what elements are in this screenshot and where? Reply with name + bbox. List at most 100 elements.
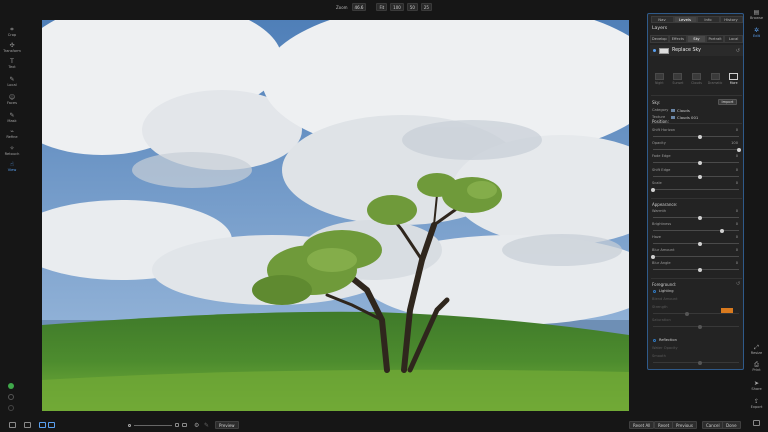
zoom-100-button[interactable]: 100: [390, 3, 404, 11]
gear-icon[interactable]: ⚙: [194, 421, 199, 429]
texture-dropdown[interactable]: Clouds 001: [671, 115, 698, 120]
subtab-effects[interactable]: Effects: [668, 35, 688, 43]
zoom-label: Zoom: [336, 4, 348, 10]
module-edit[interactable]: ✲ Edit: [745, 27, 768, 39]
module-browse[interactable]: ▤ Browse: [745, 9, 768, 21]
help-icon[interactable]: [8, 405, 14, 411]
zoom-fit-button[interactable]: Fit: [376, 3, 388, 11]
shift-edge-slider[interactable]: [653, 174, 739, 179]
fade-edge-slider[interactable]: [653, 160, 739, 165]
zoom-slider[interactable]: [128, 421, 172, 429]
preset-clouds[interactable]: Clouds: [689, 73, 704, 92]
face-icon: ☺: [8, 94, 16, 101]
clouds-swatch: [671, 109, 675, 112]
lighting-toggle[interactable]: [653, 290, 656, 293]
category-dropdown[interactable]: Clouds: [671, 108, 690, 113]
landscape-photo: [42, 20, 629, 411]
module-resize[interactable]: ⤢ Resize: [745, 344, 768, 356]
tool-refine[interactable]: ⌁ Refine: [0, 128, 24, 140]
blur-angle-slider[interactable]: [653, 267, 739, 272]
filter-name: Replace Sky: [672, 48, 701, 53]
subtab-sky[interactable]: Sky: [687, 35, 706, 43]
photo-editor-app: Zoom 46.6 Fit 100 50 25 ⌗ Crop ✣ Transfo…: [0, 0, 768, 432]
overlay-icon[interactable]: [182, 421, 187, 429]
preset-sunset[interactable]: Sunset: [670, 73, 685, 92]
mask-view-icon[interactable]: [175, 421, 179, 429]
preset-more[interactable]: More: [726, 73, 741, 92]
previous-button[interactable]: Previous: [672, 421, 697, 429]
magic-wand-icon[interactable]: ✎: [204, 421, 209, 429]
subtab-develop[interactable]: Develop: [650, 35, 669, 43]
module-share[interactable]: ➤ Share: [745, 380, 768, 392]
brightness-slider[interactable]: [653, 228, 739, 233]
single-view-icon[interactable]: [39, 421, 46, 429]
done-button[interactable]: Done: [722, 421, 741, 429]
module-print[interactable]: ⎙ Print: [745, 361, 768, 373]
scale-slider[interactable]: [651, 187, 739, 192]
import-sky-button[interactable]: Import: [718, 99, 737, 105]
preset-dramatic[interactable]: Dramatic: [708, 73, 723, 92]
layers-color-icon[interactable]: [8, 383, 14, 389]
reflection-toggle[interactable]: [653, 339, 656, 342]
texture-swatch: [671, 116, 675, 119]
sky-section-label: Sky:: [652, 100, 661, 105]
tab-info[interactable]: Info: [696, 16, 720, 23]
mask-icon: ✎: [9, 112, 15, 119]
cancel-button[interactable]: Cancel: [702, 421, 724, 429]
zoom-toolbar: Zoom 46.6 Fit 100 50 25: [0, 0, 768, 14]
strength-slider[interactable]: [653, 311, 739, 316]
preset-clouds-icon: [691, 73, 701, 80]
reset-button[interactable]: Reset: [654, 421, 674, 429]
zoom-25-button[interactable]: 25: [420, 3, 432, 11]
filter-thumbnail: [659, 47, 669, 54]
photo-canvas[interactable]: [42, 20, 629, 411]
filter-category-tabs: Develop Effects Sky Portrait Local: [650, 35, 743, 43]
zoom-50-button[interactable]: 50: [406, 3, 418, 11]
subtab-local[interactable]: Local: [724, 35, 743, 43]
sidebar-toggle-icon[interactable]: [9, 421, 16, 429]
replace-sky-header[interactable]: Replace Sky ↺: [650, 45, 743, 56]
warmth-slider[interactable]: [653, 215, 739, 220]
right-module-strip: ▤ Browse ✲ Edit ⤢ Resize ⎙ Print ➤ Share…: [745, 0, 768, 432]
settings-icon[interactable]: [8, 394, 14, 400]
position-section-label: Position:: [652, 119, 669, 124]
panel-main-tabs: Nav Levels Info History: [648, 16, 743, 24]
saturation-slider[interactable]: [653, 324, 739, 329]
reset-filter-icon[interactable]: ↺: [736, 48, 740, 54]
module-export[interactable]: ⇪ Export: [745, 398, 768, 410]
tab-levels[interactable]: Levels: [673, 16, 697, 23]
split-view-icon[interactable]: [48, 421, 55, 429]
smooth-slider[interactable]: [653, 360, 739, 365]
reset-foreground-icon[interactable]: ↺: [736, 281, 740, 287]
preview-button[interactable]: Preview: [215, 421, 239, 429]
filter-enabled-icon[interactable]: [653, 49, 656, 52]
tab-nav[interactable]: Nav: [650, 16, 674, 23]
crop-icon: ⌗: [10, 26, 14, 33]
tab-history[interactable]: History: [719, 16, 743, 23]
tool-crop[interactable]: ⌗ Crop: [0, 26, 24, 38]
subtab-portrait[interactable]: Portrait: [705, 35, 725, 43]
bottom-toolbar: ⚙ ✎ Preview Reset All Reset Previous Can…: [0, 417, 768, 432]
tool-local[interactable]: ✎ Local: [0, 76, 24, 88]
shift-horizon-slider[interactable]: [653, 134, 739, 139]
tool-view[interactable]: ☝ View: [0, 161, 24, 173]
tool-transform[interactable]: ✣ Transform: [0, 42, 24, 54]
preset-night[interactable]: Night: [652, 73, 667, 92]
tool-faces[interactable]: ☺ Faces: [0, 94, 24, 106]
opacity-slider[interactable]: [653, 147, 741, 152]
tool-mask[interactable]: ✎ Mask: [0, 112, 24, 124]
reset-all-button[interactable]: Reset All: [629, 421, 655, 429]
preset-night-icon: [654, 73, 664, 80]
refine-icon: ⌁: [10, 128, 14, 135]
retouch-icon: ✧: [9, 145, 15, 152]
tool-text[interactable]: T Text: [0, 58, 24, 70]
preset-sunset-icon: [673, 73, 683, 80]
compare-icon[interactable]: [24, 421, 31, 429]
zoom-value-field[interactable]: 46.6: [351, 3, 367, 11]
haze-slider[interactable]: [653, 241, 739, 246]
sky-presets: Night Sunset Clouds Dramatic More: [650, 73, 743, 92]
left-toolbar: ⌗ Crop ✣ Transform T Text ✎ Local ☺ Face…: [0, 14, 24, 419]
blur-amount-slider[interactable]: [651, 254, 739, 259]
tool-retouch[interactable]: ✧ Retouch: [0, 145, 24, 157]
layers-title: Layers: [652, 26, 668, 31]
